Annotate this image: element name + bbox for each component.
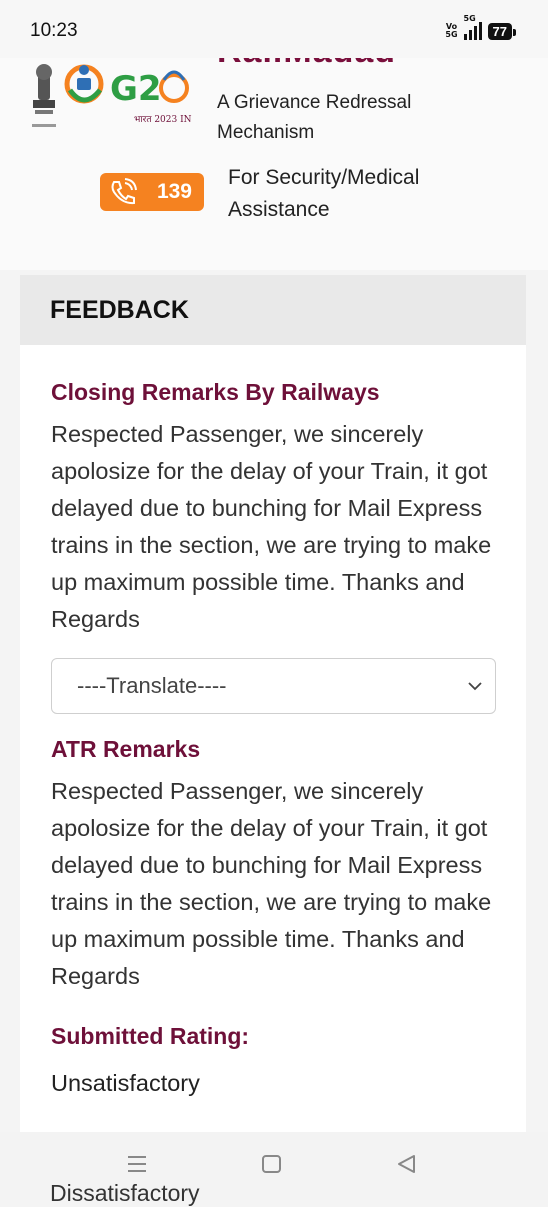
translate-select-value: ----Translate---- bbox=[77, 673, 227, 698]
closing-remarks-title: Closing Remarks By Railways bbox=[51, 379, 380, 405]
submitted-rating-value: Unsatisfactory bbox=[51, 1070, 200, 1096]
feedback-header: FEEDBACK bbox=[20, 275, 526, 345]
atr-remarks-text: Respected Passenger, we sincerely apolos… bbox=[51, 778, 492, 989]
svg-text:G2: G2 bbox=[110, 69, 162, 109]
phone-icon bbox=[111, 178, 137, 205]
helpline-number: 139 bbox=[156, 180, 192, 203]
menu-icon[interactable] bbox=[126, 1154, 148, 1174]
next-value-peek: Dissatisfactory bbox=[50, 1180, 200, 1206]
feedback-title: FEEDBACK bbox=[50, 295, 189, 324]
helpline-button[interactable]: 139 bbox=[100, 173, 204, 211]
signal-icon: 5G bbox=[463, 14, 482, 40]
site-header: G2 भारत 2023 INDIA RailMadad A Grievance… bbox=[0, 40, 548, 270]
atr-remarks-title: ATR Remarks bbox=[51, 736, 201, 762]
national-emblem-logo bbox=[32, 64, 56, 127]
back-icon[interactable] bbox=[396, 1154, 418, 1174]
status-icons: Vo 5G 5G 77 bbox=[445, 14, 517, 40]
svg-text:भारत 2023 INDIA: भारत 2023 INDIA bbox=[134, 115, 192, 125]
translate-select[interactable]: ----Translate---- bbox=[51, 658, 496, 714]
home-icon[interactable] bbox=[261, 1154, 283, 1174]
closing-remarks-text: Respected Passenger, we sincerely apolos… bbox=[51, 421, 492, 632]
submitted-rating-title: Submitted Rating: bbox=[51, 1023, 250, 1049]
volte-icon: Vo 5G bbox=[445, 22, 458, 39]
status-bar: 10:23 Vo 5G 5G 77 bbox=[0, 0, 548, 58]
status-time: 10:23 bbox=[30, 20, 78, 41]
helpline-description: For Security/Medical Assistance bbox=[228, 166, 420, 221]
feedback-card: FEEDBACK Closing Remarks By Railways Res… bbox=[20, 275, 526, 1175]
chevron-down-icon bbox=[468, 682, 482, 691]
brand-subtitle: A Grievance Redressal Mechanism bbox=[217, 92, 412, 143]
swachh-logo bbox=[64, 64, 104, 104]
g20-logo: G2 भारत 2023 INDIA bbox=[110, 69, 192, 125]
network-label: 5G bbox=[463, 14, 476, 23]
battery-indicator: 77 bbox=[487, 22, 517, 40]
